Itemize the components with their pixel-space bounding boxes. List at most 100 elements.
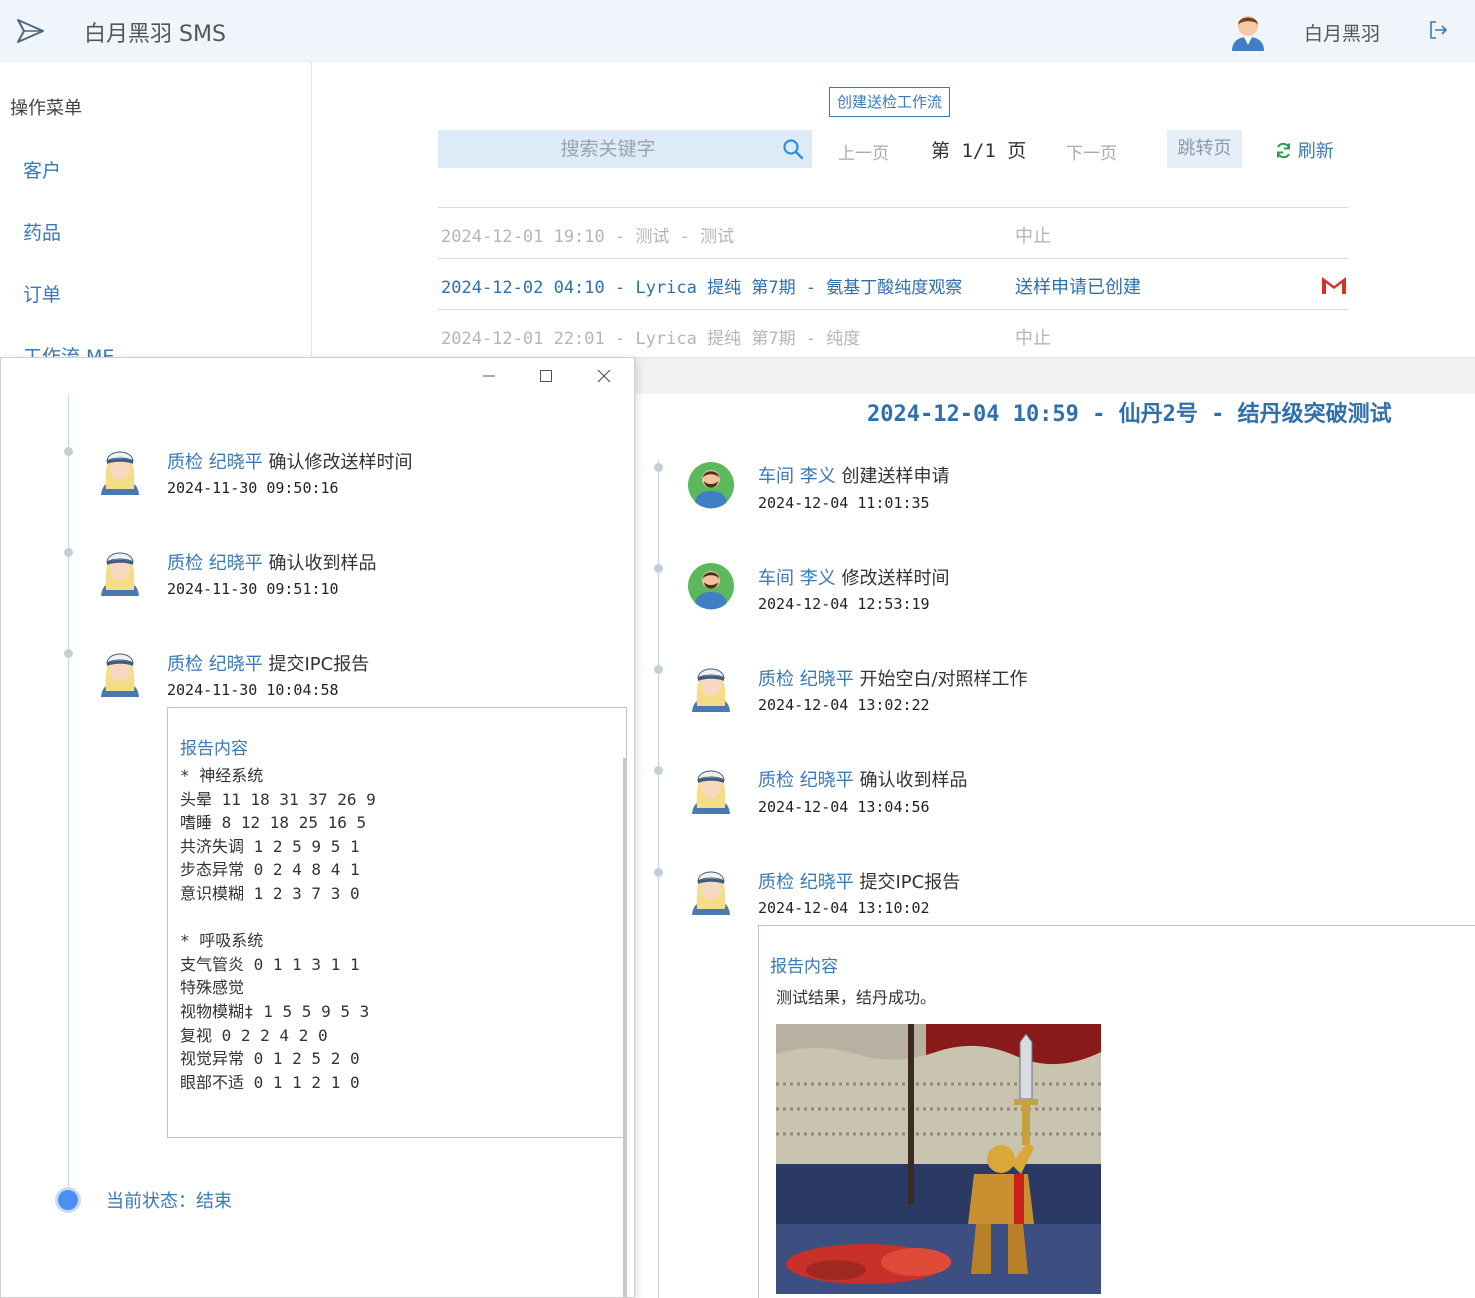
minimize-icon[interactable] bbox=[477, 364, 501, 388]
event-header: 质检 纪晓平 确认收到样品 bbox=[167, 549, 376, 575]
report-line: 复视 0 2 2 4 2 0 bbox=[180, 1025, 328, 1045]
search-input[interactable] bbox=[438, 130, 778, 168]
sidebar-item-customers[interactable]: 客户 bbox=[23, 156, 61, 183]
report-line bbox=[180, 906, 376, 930]
workflow-status: 中止 bbox=[1015, 328, 1051, 349]
woman-avatar-icon bbox=[101, 552, 139, 596]
prev-page-button[interactable]: 上一页 bbox=[838, 139, 889, 164]
paper-plane-icon[interactable] bbox=[16, 17, 46, 45]
timeline-dot bbox=[654, 766, 663, 775]
event-action: 确认修改送样时间 bbox=[268, 452, 413, 473]
timeline-dot bbox=[654, 564, 663, 573]
report-line: 步态异常 0 2 4 8 4 1 bbox=[180, 860, 360, 880]
event-actor[interactable]: 质检 纪晓平 bbox=[167, 553, 263, 574]
workflow-row[interactable]: 2024-12-02 04:10 - Lyrica 提纯 第7期 - 氨基丁酸纯… bbox=[438, 258, 1349, 309]
search-icon[interactable] bbox=[782, 138, 804, 160]
mail-icon[interactable] bbox=[1321, 275, 1347, 295]
event-action: 修改送样时间 bbox=[841, 568, 950, 589]
report-content: * 神经系统 头晕 11 18 31 37 26 9 嗜睡 8 12 18 25 1… bbox=[180, 764, 376, 1094]
report-title: 报告内容 bbox=[180, 739, 248, 759]
event-actor[interactable]: 质检 纪晓平 bbox=[167, 452, 263, 473]
current-status: 当前状态：结束 bbox=[106, 1191, 232, 1212]
sidebar: 操作菜单 客户 药品 订单 工作流 ME bbox=[0, 62, 312, 368]
workflow-row[interactable]: 2024-12-01 22:01 - Lyrica 提纯 第7期 - 纯度 中止 bbox=[438, 309, 1349, 360]
workflow-row[interactable]: 2024-12-01 19:10 - 测试 - 测试 中止 bbox=[438, 207, 1349, 258]
timeline-dot bbox=[64, 548, 73, 557]
event-header: 质检 纪晓平 确认收到样品 bbox=[758, 766, 967, 792]
event-action: 提交IPC报告 bbox=[268, 654, 370, 675]
event-actor[interactable]: 质检 纪晓平 bbox=[758, 872, 854, 893]
app-title: 白月黑羽 SMS bbox=[84, 22, 226, 47]
report-line: 视觉异常 0 1 2 5 2 0 bbox=[180, 1049, 360, 1069]
top-bar: 白月黑羽 SMS 白月黑羽 bbox=[0, 0, 1475, 62]
next-page-button[interactable]: 下一页 bbox=[1066, 139, 1117, 164]
event-time: 2024-12-04 13:04:56 bbox=[758, 798, 930, 816]
man-avatar-icon bbox=[688, 462, 734, 509]
close-icon[interactable] bbox=[592, 364, 616, 388]
event-time: 2024-11-30 09:51:10 bbox=[167, 580, 339, 598]
workflow-list: 2024-12-01 19:10 - 测试 - 测试 中止 2024-12-02… bbox=[438, 207, 1349, 360]
jump-page-button[interactable]: 跳转页 bbox=[1167, 130, 1242, 168]
event-actor[interactable]: 车间 李义 bbox=[758, 568, 836, 589]
timeline-dot bbox=[64, 447, 73, 456]
refresh-icon bbox=[1277, 142, 1290, 159]
report-text: 测试结果，结丹成功。 bbox=[776, 988, 937, 1007]
event-header: 质检 纪晓平 确认修改送样时间 bbox=[167, 448, 412, 474]
event-time: 2024-12-04 13:02:22 bbox=[758, 696, 930, 714]
logout-icon[interactable] bbox=[1428, 20, 1448, 40]
event-time: 2024-12-04 11:01:35 bbox=[758, 494, 930, 512]
report-line: 眼部不适 0 1 1 2 1 0 bbox=[180, 1072, 360, 1092]
woman-avatar-icon bbox=[692, 871, 730, 915]
detail-panel-header bbox=[634, 357, 1475, 394]
create-workflow-button[interactable]: 创建送检工作流 bbox=[829, 87, 951, 117]
sidebar-item-orders[interactable]: 订单 bbox=[23, 280, 61, 307]
page-indicator: 第 1/1 页 bbox=[931, 140, 1027, 162]
refresh-button[interactable]: 刷新 bbox=[1275, 137, 1334, 163]
timeline-dot bbox=[654, 868, 663, 877]
maximize-icon[interactable] bbox=[534, 364, 558, 388]
event-actor[interactable]: 车间 李义 bbox=[758, 466, 836, 487]
workflow-detail-panel: 2024-12-04 10:59 - 仙丹2号 - 结丹级突破测试 车间 李义 … bbox=[634, 394, 1475, 1298]
timeline-dot bbox=[64, 649, 73, 658]
detail-title: 2024-12-04 10:59 - 仙丹2号 - 结丹级突破测试 bbox=[867, 402, 1392, 427]
event-action: 提交IPC报告 bbox=[859, 872, 961, 893]
user-avatar-icon[interactable] bbox=[1229, 11, 1267, 51]
event-action: 确认收到样品 bbox=[859, 770, 968, 791]
workflow-title: 2024-12-01 22:01 - Lyrica 提纯 第7期 - 纯度 bbox=[441, 329, 861, 349]
event-actor[interactable]: 质检 纪晓平 bbox=[758, 770, 854, 791]
workflow-title: 2024-12-01 19:10 - 测试 - 测试 bbox=[441, 227, 735, 247]
window-titlebar[interactable] bbox=[1, 358, 634, 395]
event-header: 质检 纪晓平 开始空白/对照样工作 bbox=[758, 665, 1028, 691]
report-line: 特殊感觉 bbox=[180, 978, 245, 998]
event-header: 车间 李义 修改送样时间 bbox=[758, 564, 949, 590]
report-line: 意识模糊 1 2 3 7 3 0 bbox=[180, 883, 360, 903]
woman-avatar-icon bbox=[101, 451, 139, 495]
report-box: 报告内容 * 神经系统 头晕 11 18 31 37 26 9 嗜睡 8 12 18… bbox=[167, 707, 627, 1138]
timeline-dot bbox=[654, 665, 663, 674]
man-avatar-icon bbox=[688, 563, 734, 610]
sidebar-item-medicines[interactable]: 药品 bbox=[23, 218, 61, 245]
woman-avatar-icon bbox=[692, 770, 730, 814]
event-actor[interactable]: 质检 纪晓平 bbox=[167, 654, 263, 675]
workflow-status: 中止 bbox=[1015, 226, 1051, 247]
report-title: 报告内容 bbox=[770, 957, 838, 977]
event-actor[interactable]: 质检 纪晓平 bbox=[758, 669, 854, 690]
timeline-line bbox=[68, 395, 69, 1195]
report-line: 共济失调 1 2 5 9 5 1 bbox=[180, 836, 360, 856]
report-image[interactable] bbox=[776, 1024, 1101, 1294]
window-content: 质检 纪晓平 确认修改送样时间 2024-11-30 09:50:16 质检 纪… bbox=[1, 395, 627, 1297]
event-action: 确认收到样品 bbox=[268, 553, 377, 574]
timeline-dot bbox=[654, 463, 663, 472]
workflow-status: 送样申请已创建 bbox=[1015, 277, 1141, 298]
refresh-label: 刷新 bbox=[1297, 141, 1334, 162]
menu-title: 操作菜单 bbox=[10, 98, 82, 119]
workflow-window: 质检 纪晓平 确认修改送样时间 2024-11-30 09:50:16 质检 纪… bbox=[0, 357, 635, 1298]
event-time: 2024-11-30 09:50:16 bbox=[167, 479, 339, 497]
report-line: * 神经系统 bbox=[180, 766, 264, 785]
report-line: * 呼吸系统 bbox=[180, 931, 264, 951]
scrollbar[interactable] bbox=[623, 758, 627, 1297]
user-name[interactable]: 白月黑羽 bbox=[1304, 19, 1380, 46]
report-line: 头晕 11 18 31 37 26 9 bbox=[180, 789, 376, 809]
report-line: 视物模糊‡ 1 5 5 9 5 3 bbox=[180, 1001, 370, 1021]
event-header: 质检 纪晓平 提交IPC报告 bbox=[758, 868, 960, 894]
